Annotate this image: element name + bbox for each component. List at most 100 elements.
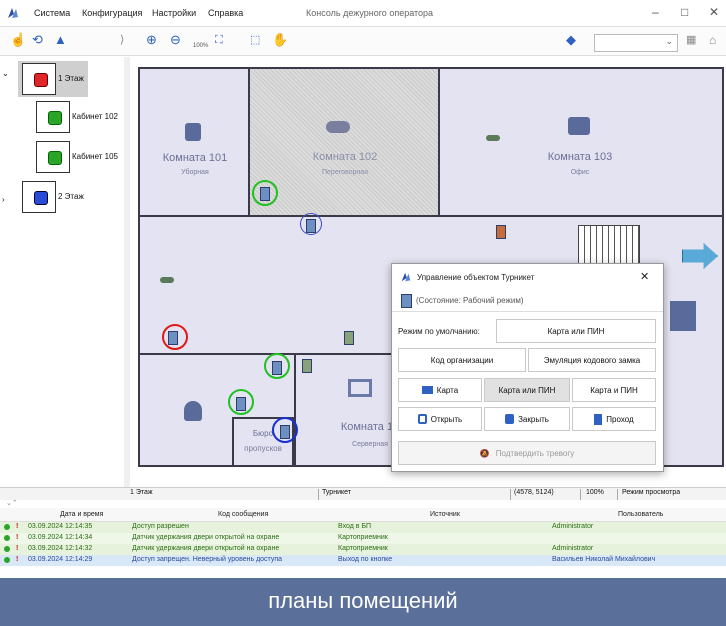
room-subtitle: пропусков [244, 444, 282, 453]
dialog-state: (Состояние: Рабочий режим) [416, 296, 524, 305]
pointer-icon[interactable]: ☝ [10, 33, 26, 47]
close-lock-button[interactable]: Закрыть [484, 407, 570, 431]
mode-card-button[interactable]: Карта [398, 378, 482, 402]
cell-user: Administrator [552, 545, 594, 552]
room-name: Комната 102 [312, 151, 378, 163]
status-ring-green [228, 389, 254, 415]
status-dot-icon [4, 546, 10, 552]
floor-plan-icon [22, 181, 56, 213]
status-zoom: 100% [586, 489, 604, 496]
camera-icon[interactable] [160, 277, 174, 283]
collapse-icon[interactable]: ⌄⌃ [6, 499, 18, 507]
tree-expander-icon[interactable]: ⌄ [2, 69, 9, 78]
table-row[interactable]: ! 03.09.2024 12:14:35 Доступ разрешен Вход … [0, 522, 726, 533]
room-101[interactable] [138, 67, 250, 217]
maximize-button[interactable]: □ [681, 5, 688, 19]
grid-icon[interactable]: ▦ [686, 33, 696, 47]
default-mode-button[interactable]: Карта или ПИН [496, 319, 656, 343]
menu-settings[interactable]: Настройки [152, 8, 196, 18]
select-area-icon[interactable]: ⬚ [250, 33, 260, 47]
cell-datetime: 03.09.2024 12:14:34 [28, 534, 93, 541]
home-icon[interactable]: ⌂ [709, 33, 716, 47]
status-ring-green [252, 180, 278, 206]
meeting-icon [326, 121, 350, 133]
cell-user: Administrator [552, 523, 594, 530]
unlock-icon [417, 414, 427, 424]
cell-source: Картоприемник [338, 545, 388, 552]
table-row[interactable]: ! 03.09.2024 12:14:32 Датчик удержания две… [0, 544, 726, 555]
tree-item-label: 1 Этаж [58, 74, 84, 83]
room-103[interactable] [438, 67, 724, 217]
status-dot-icon [4, 557, 10, 563]
button-label: Закрыть [518, 414, 549, 424]
cell-message: Датчик удержания двери открытой на охран… [132, 534, 280, 541]
col-source[interactable]: Источник [430, 511, 460, 518]
room-name: Комната 101 [162, 152, 228, 164]
cell-datetime: 03.09.2024 12:14:35 [28, 523, 93, 530]
open-button[interactable]: Открыть [398, 407, 482, 431]
col-message[interactable]: Код сообщения [218, 511, 268, 518]
pan-hand-icon[interactable]: ✋ [272, 33, 288, 47]
mode-card-or-pin-button[interactable]: Карта или ПИН [484, 378, 570, 402]
cell-user: Васильев Николай Михайлович [552, 556, 656, 563]
status-mode: Режим просмотра [622, 489, 681, 496]
status-ring-blue [272, 417, 298, 443]
controller-device-icon[interactable] [302, 359, 312, 373]
status-ring-red [162, 324, 188, 350]
camera-icon[interactable] [486, 135, 500, 141]
emulation-button[interactable]: Эмуляция кодового замка [528, 348, 656, 372]
title-bar: Система Конфигурация Настройки Справка К… [0, 0, 726, 27]
monitor-icon [348, 379, 372, 397]
dialog-close-icon[interactable]: ✕ [640, 270, 649, 283]
tree-item-label: 2 Этаж [58, 192, 84, 201]
zoom-out-icon[interactable]: ⊖ [170, 33, 181, 47]
fit-screen-icon[interactable]: ⛶ [215, 33, 223, 47]
close-button[interactable]: ✕ [709, 5, 719, 19]
warning-icon[interactable]: ▲ [54, 33, 67, 47]
col-datetime[interactable]: Дата и время [60, 511, 103, 518]
menu-system[interactable]: Система [34, 8, 70, 18]
col-user[interactable]: Пользователь [618, 511, 663, 518]
menu-help[interactable]: Справка [208, 8, 243, 18]
layers-combo[interactable]: ⌄ [594, 34, 678, 52]
status-bar: 1 Этаж Турникет (4578, 5124) 100% Режим … [0, 487, 726, 501]
app-logo-icon [8, 8, 18, 18]
mode-card-and-pin-button[interactable]: Карта и ПИН [572, 378, 656, 402]
layers-icon[interactable]: ◆ [566, 33, 576, 47]
cell-source: Картоприемник [338, 534, 388, 541]
button-label: Карта [436, 385, 459, 395]
room-subtitle: Уборная [181, 169, 209, 176]
screenshot-frame: Система Конфигурация Настройки Справка К… [0, 0, 726, 626]
status-ring-green [264, 353, 290, 379]
status-coords: (4578, 5124) [514, 489, 554, 496]
table-row[interactable]: ! 03.09.2024 12:14:34 Датчик удержания две… [0, 533, 726, 544]
log-header: Дата и время Код сообщения Источник Поль… [0, 508, 726, 522]
alert-icon: ! [16, 545, 19, 552]
zoom-100-button[interactable]: 100% [193, 39, 208, 53]
app-window: Система Конфигурация Настройки Справка К… [0, 0, 726, 578]
menu-configuration[interactable]: Конфигурация [82, 8, 142, 18]
room-subtitle: Офис [570, 169, 590, 176]
event-log: ⌄⌃ Дата и время Код сообщения Источник П… [0, 500, 726, 578]
office-briefcase-icon [568, 117, 590, 135]
elevator-icon [670, 301, 696, 331]
button-label: Подтвердить тревогу [495, 448, 575, 458]
button-label: Проход [606, 414, 634, 424]
controller-device-icon[interactable] [344, 331, 354, 345]
alert-icon: ! [16, 523, 19, 530]
cell-message: Доступ разрешен [132, 523, 189, 530]
person-check-icon [184, 401, 202, 421]
cell-source: Выход по кнопке [338, 556, 393, 563]
room-name: Комната 103 [547, 151, 613, 163]
restroom-icon [185, 123, 201, 141]
zoom-in-icon[interactable]: ⊕ [146, 33, 157, 47]
pass-button[interactable]: Проход [572, 407, 656, 431]
org-code-button[interactable]: Код организации [398, 348, 526, 372]
minimize-button[interactable]: – [652, 5, 659, 19]
status-dot-icon [4, 535, 10, 541]
table-row[interactable]: ! 03.09.2024 12:14:29 Доступ запрещен. Нев… [0, 555, 726, 566]
tree-expander-icon[interactable]: › [2, 195, 5, 204]
room-plan-icon [36, 101, 70, 133]
lock-device-icon[interactable] [496, 225, 506, 239]
refresh-icon[interactable]: ⟲ [32, 33, 43, 47]
